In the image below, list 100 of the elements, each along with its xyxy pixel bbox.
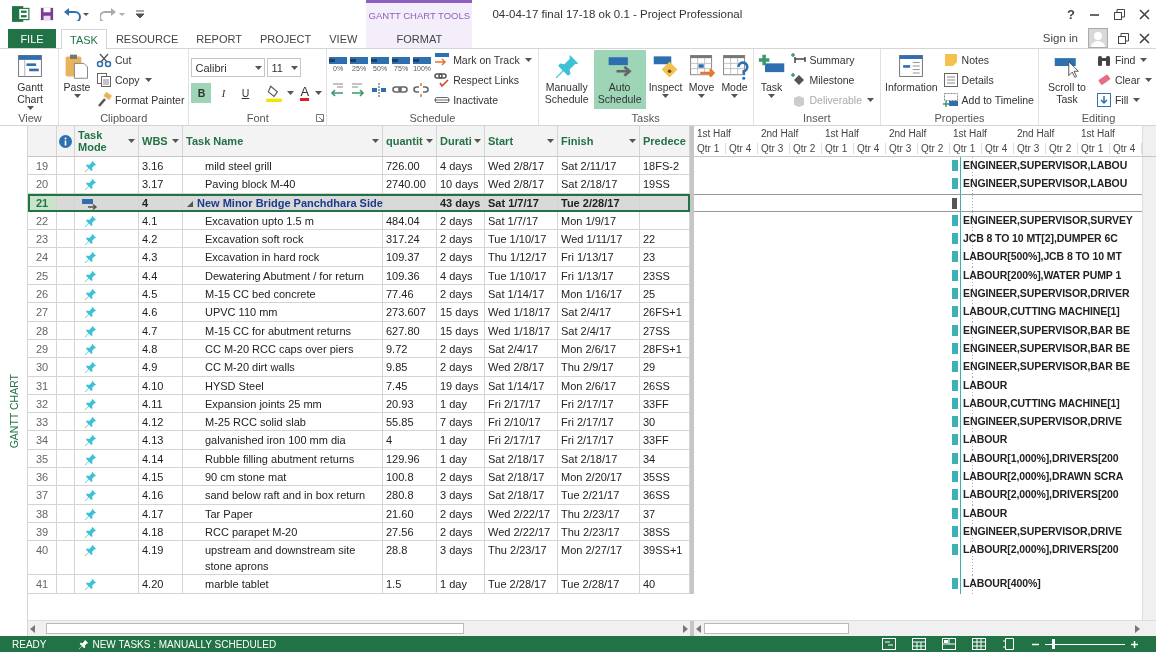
ribbon-button[interactable]: Move bbox=[685, 50, 718, 109]
task-bar[interactable] bbox=[952, 578, 958, 590]
slider-thumb[interactable] bbox=[1051, 639, 1055, 649]
task-bar[interactable] bbox=[952, 416, 958, 428]
task-bar[interactable] bbox=[952, 214, 958, 226]
vertical-scrollbar[interactable] bbox=[1142, 126, 1156, 156]
ribbon-button[interactable]: Inspect bbox=[646, 50, 685, 109]
task-row[interactable]: 19 3.16 mild steel grill 726.00 4 days Wed 2/8/17 Sat 2/11/17 18FS-2 bbox=[28, 157, 690, 176]
ribbon-button[interactable]: Clear bbox=[1093, 70, 1156, 89]
ribbon-button[interactable]: Inactivate bbox=[432, 90, 536, 109]
ribbon-button[interactable]: Gantt Chart bbox=[4, 50, 56, 109]
app-logo-icon[interactable] bbox=[12, 5, 30, 23]
indent-arrow-icon[interactable] bbox=[350, 82, 367, 98]
close-icon[interactable] bbox=[1139, 8, 1150, 20]
ribbon-button[interactable]: Cut bbox=[94, 50, 187, 69]
chart-view-icon[interactable] bbox=[882, 638, 896, 650]
task-bar[interactable] bbox=[952, 397, 958, 409]
task-row[interactable]: 27 4.6 UPVC 110 mm 273.607 15 days Wed 1/18/17 Sat 2/4/17 26FS+1 bbox=[28, 303, 690, 322]
ribbon-button[interactable]: Add to Timeline bbox=[940, 90, 1036, 109]
scroll-right-icon[interactable] bbox=[682, 624, 688, 633]
redo-icon[interactable] bbox=[100, 7, 126, 21]
column-header[interactable]: Task Name bbox=[183, 126, 383, 156]
task-bar[interactable] bbox=[952, 452, 958, 464]
vertical-scrollbar[interactable] bbox=[1142, 157, 1156, 620]
zoom-slider[interactable] bbox=[1045, 639, 1125, 649]
column-header[interactable]: Predece bbox=[640, 126, 690, 156]
ribbon-tab[interactable]: PROJECT bbox=[250, 29, 321, 48]
ribbon-button[interactable]: Format Painter bbox=[94, 90, 187, 109]
ribbon-button[interactable]: Manually Schedule bbox=[540, 50, 593, 109]
view-bar-label[interactable]: GANTT CHART bbox=[7, 373, 20, 449]
task-row[interactable]: 41 4.20 marble tablet 1.5 1 day Tue 2/28/17 Tue 2/28/17 40 bbox=[28, 575, 690, 594]
ribbon-tab[interactable]: FILE bbox=[8, 29, 56, 48]
ribbon-button[interactable]: Scroll to Task bbox=[1040, 50, 1093, 109]
new-tasks-mode-button[interactable]: NEW TASKS : MANUALLY SCHEDULED bbox=[92, 638, 277, 650]
restore-icon[interactable] bbox=[1118, 32, 1129, 44]
scroll-right-icon[interactable] bbox=[1134, 624, 1140, 633]
ribbon-tab[interactable]: FORMAT bbox=[366, 29, 473, 48]
outdent-arrow-icon[interactable] bbox=[329, 82, 346, 98]
task-bar[interactable] bbox=[952, 471, 958, 483]
task-bar[interactable] bbox=[952, 251, 958, 263]
close-icon[interactable] bbox=[1139, 32, 1150, 44]
task-bar[interactable] bbox=[952, 507, 958, 519]
ribbon-button[interactable]: Notes bbox=[940, 50, 1036, 69]
ribbon-tab[interactable]: TASK bbox=[61, 29, 107, 49]
table-view-icon[interactable] bbox=[912, 638, 926, 650]
summary-bar[interactable] bbox=[952, 197, 957, 209]
dialog-launcher-icon[interactable] bbox=[316, 114, 325, 122]
ribbon-button[interactable]: Mark on Track bbox=[432, 50, 536, 69]
avatar-silhouette-icon[interactable] bbox=[1088, 28, 1108, 48]
split-bar-icon[interactable] bbox=[371, 82, 388, 98]
customize-menu-icon[interactable] bbox=[136, 10, 144, 18]
sign-in-link[interactable]: Sign in bbox=[1042, 32, 1078, 44]
split-view-icon[interactable] bbox=[942, 638, 956, 650]
restore-icon[interactable] bbox=[1114, 8, 1125, 20]
font-size-dropdown[interactable]: 11 bbox=[267, 58, 302, 77]
ribbon-button[interactable]: Fill bbox=[1093, 90, 1156, 109]
ribbon-button[interactable]: Respect Links bbox=[432, 70, 536, 89]
task-bar[interactable] bbox=[952, 434, 958, 446]
task-bar[interactable] bbox=[952, 178, 958, 190]
horizontal-scrollbar[interactable] bbox=[694, 621, 1142, 636]
task-bar[interactable] bbox=[952, 342, 958, 354]
ribbon-tab[interactable]: REPORT bbox=[187, 29, 251, 48]
task-row[interactable]: 30 4.9 CC M-20 dirt walls 9.85 2 days Wed 2/8/17 Thu 2/9/17 29 bbox=[28, 358, 690, 377]
save-icon[interactable] bbox=[40, 7, 54, 21]
ribbon-button[interactable]: Milestone bbox=[788, 70, 879, 89]
task-bar[interactable] bbox=[952, 379, 958, 391]
ribbon-tab[interactable]: RESOURCE bbox=[106, 29, 188, 48]
task-bar[interactable] bbox=[952, 306, 958, 318]
help-button[interactable]: ? bbox=[1067, 6, 1075, 22]
task-row[interactable]: 24 4.3 Excavation in hard rock 109.37 2 days Thu 1/12/17 Fri 1/13/17 23 bbox=[28, 248, 690, 267]
task-bar[interactable] bbox=[952, 361, 958, 373]
task-row[interactable]: 33 4.12 M-25 RCC solid slab 55.85 7 days Fri 2/10/17 Fri 2/17/17 30 bbox=[28, 413, 690, 432]
ribbon-button[interactable]: Mode bbox=[718, 50, 751, 109]
horizontal-scrollbar[interactable] bbox=[28, 621, 690, 636]
ribbon-button[interactable]: Find bbox=[1093, 50, 1156, 69]
task-bar[interactable] bbox=[952, 324, 958, 336]
font-color-button[interactable]: A bbox=[298, 83, 312, 103]
column-header[interactable]: Task Mode bbox=[75, 126, 139, 156]
task-row[interactable]: 23 4.2 Excavation soft rock 317.24 2 days Tue 1/10/17 Wed 1/11/17 22 bbox=[28, 230, 690, 249]
task-row[interactable]: 37 4.16 sand below raft and in box return 280.8 3 days Sat 2/18/17 Tue 2/21/17 36SS bbox=[28, 486, 690, 505]
column-header[interactable]: quantit bbox=[383, 126, 437, 156]
ribbon-button[interactable]: Summary bbox=[788, 50, 879, 69]
task-bar[interactable] bbox=[952, 288, 958, 300]
caret-icon[interactable] bbox=[287, 91, 295, 95]
broken-link-icon[interactable] bbox=[413, 82, 430, 98]
caret-icon[interactable] bbox=[315, 91, 323, 95]
text-style-button[interactable]: U bbox=[235, 83, 256, 103]
task-bar[interactable] bbox=[952, 544, 958, 556]
ribbon-button[interactable]: Details bbox=[940, 70, 1036, 89]
zoom-in-icon[interactable] bbox=[1131, 640, 1138, 648]
ribbon-button[interactable]: Auto Schedule bbox=[593, 50, 646, 109]
task-bar[interactable] bbox=[952, 269, 958, 281]
task-row[interactable]: 40 4.19 upstream and downstream site stone aprons 28.8 3 days Thu 2/23/17 Mon 2/27/17 39SS+1 bbox=[28, 541, 690, 576]
page-icon[interactable] bbox=[1002, 638, 1016, 650]
ribbon-button[interactable]: Paste bbox=[61, 50, 93, 109]
ribbon-tab[interactable]: VIEW bbox=[320, 29, 367, 48]
scroll-left-icon[interactable] bbox=[696, 624, 702, 633]
task-row[interactable]: 26 4.5 M-15 CC bed concrete 77.46 2 days Sat 1/14/17 Mon 1/16/17 25 bbox=[28, 285, 690, 304]
font-name-dropdown[interactable]: Calibri bbox=[191, 58, 266, 77]
scroll-left-icon[interactable] bbox=[30, 624, 36, 633]
